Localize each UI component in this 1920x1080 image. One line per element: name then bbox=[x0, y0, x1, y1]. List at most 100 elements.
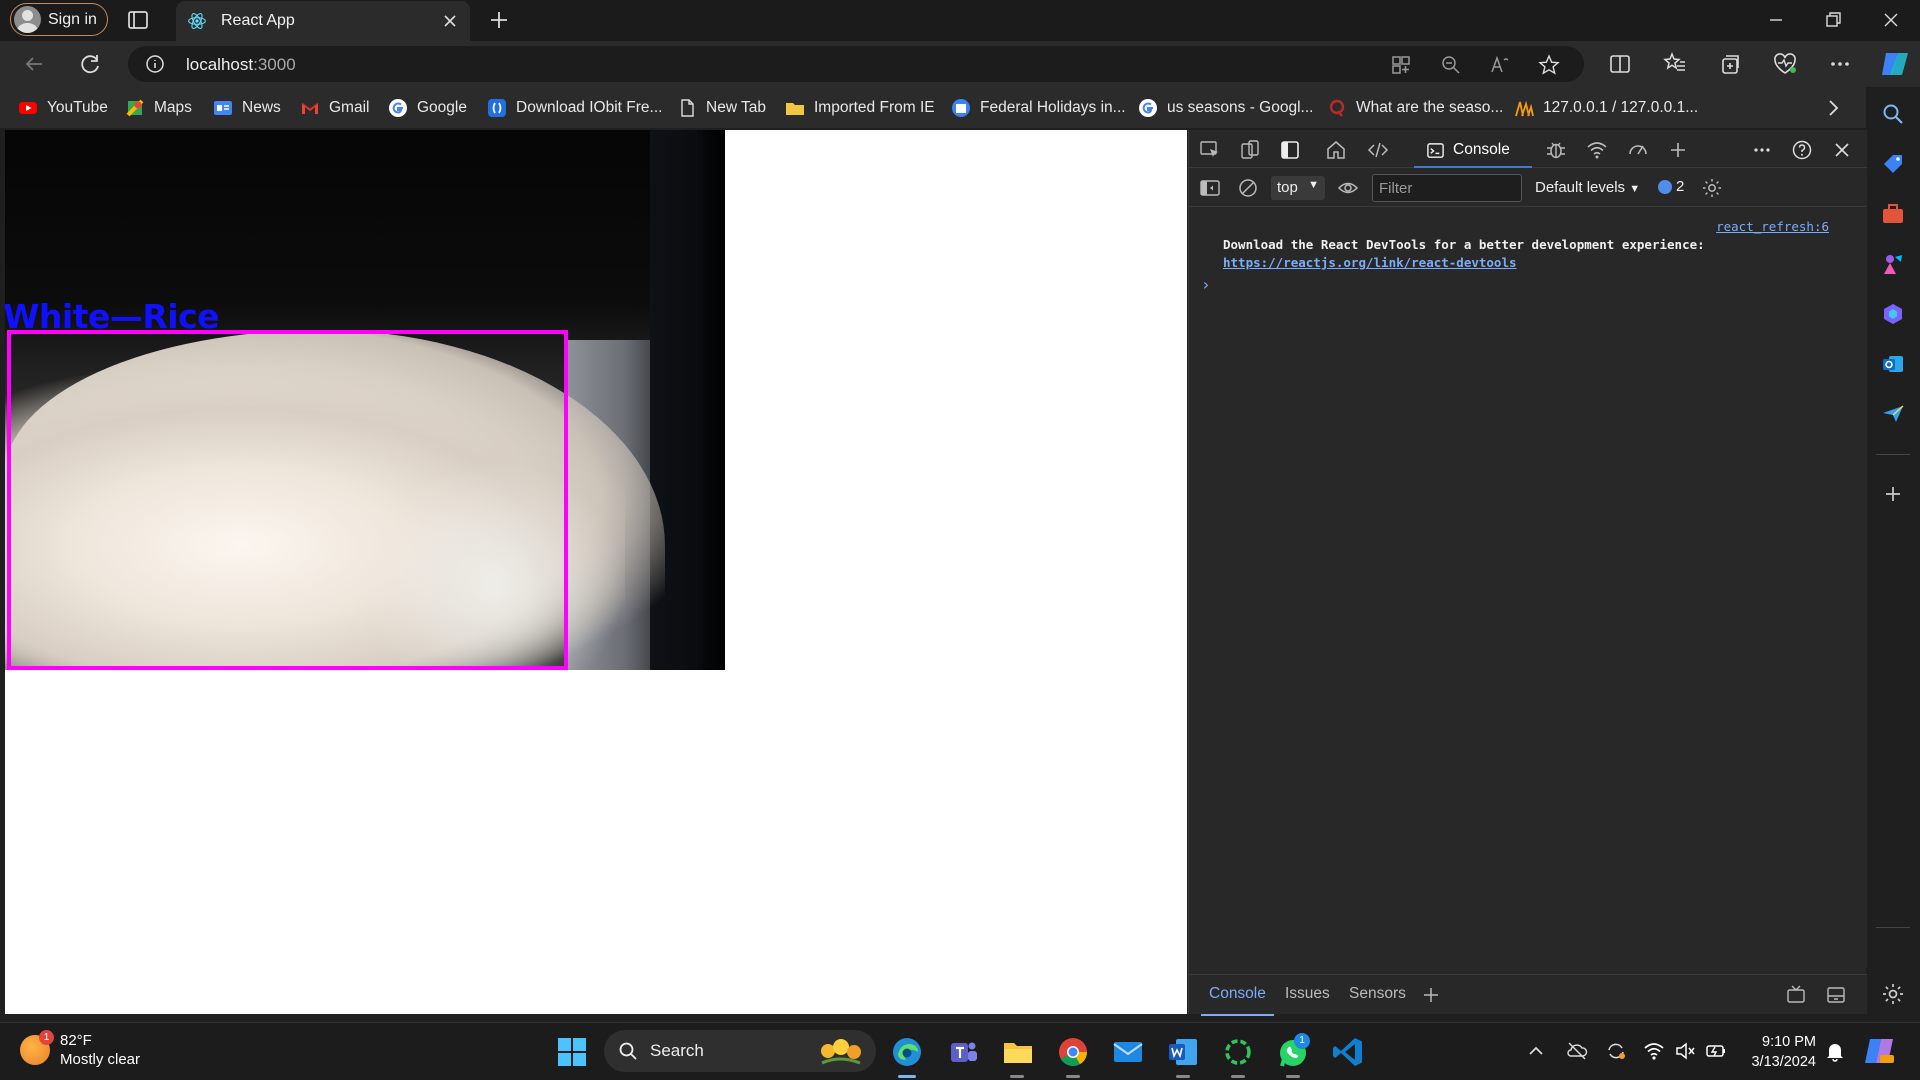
live-expression-eye-icon[interactable] bbox=[1337, 177, 1359, 199]
react-devtools-link[interactable]: https://reactjs.org/link/react-devtools bbox=[1223, 255, 1517, 270]
word-icon[interactable] bbox=[1166, 1035, 1200, 1069]
browser-essentials-icon[interactable] bbox=[1771, 50, 1799, 78]
speaker-muted-icon[interactable] bbox=[1674, 1040, 1696, 1062]
dock-side-icon[interactable] bbox=[1279, 139, 1301, 161]
address-bar[interactable]: localhost:3000 bbox=[128, 46, 1584, 82]
close-devtools-icon[interactable] bbox=[1831, 139, 1853, 161]
restore-icon[interactable] bbox=[1821, 8, 1845, 32]
tools-briefcase-icon[interactable] bbox=[1881, 202, 1905, 226]
iobit-icon bbox=[488, 99, 506, 117]
microsoft-365-icon[interactable] bbox=[1881, 302, 1905, 326]
dock-drawer-icon[interactable] bbox=[1825, 984, 1847, 1006]
copilot-taskbar-icon[interactable] bbox=[1862, 1034, 1896, 1068]
cloud-offline-icon[interactable] bbox=[1566, 1040, 1588, 1062]
notifications-bell-icon[interactable] bbox=[1824, 1040, 1846, 1062]
chevron-right-icon[interactable] bbox=[1822, 97, 1844, 119]
battery-charging-icon[interactable] bbox=[1705, 1040, 1727, 1062]
sync-icon[interactable] bbox=[1605, 1040, 1627, 1062]
tab-console[interactable]: Console bbox=[1414, 134, 1532, 168]
drawer-tab-console[interactable]: Console bbox=[1201, 985, 1274, 1016]
elements-code-icon[interactable] bbox=[1367, 139, 1389, 161]
send-drop-icon[interactable] bbox=[1881, 402, 1905, 426]
tab-react-app[interactable]: React App bbox=[176, 1, 470, 41]
add-icon[interactable] bbox=[1881, 482, 1905, 506]
clear-console-icon[interactable] bbox=[1237, 177, 1259, 199]
taskbar-search[interactable]: Search bbox=[604, 1030, 876, 1072]
drawer-tab-sensors[interactable]: Sensors bbox=[1349, 985, 1406, 1003]
performance-icon[interactable] bbox=[1627, 139, 1649, 161]
console-filter-input[interactable] bbox=[1372, 174, 1522, 202]
bookmark-iobit[interactable]: Download IObit Fre... bbox=[487, 97, 662, 119]
refresh-icon[interactable] bbox=[76, 50, 104, 78]
device-toolbar-icon[interactable] bbox=[1239, 139, 1261, 161]
sources-bug-icon[interactable] bbox=[1545, 139, 1567, 161]
bookmark-news[interactable]: News bbox=[213, 97, 281, 119]
system-clock[interactable]: 9:10 PM 3/13/2024 bbox=[1740, 1032, 1816, 1072]
teams-icon[interactable] bbox=[946, 1035, 980, 1069]
help-icon[interactable] bbox=[1791, 139, 1813, 161]
message-source-link[interactable]: react_refresh:6 bbox=[1716, 219, 1829, 234]
outlook-icon[interactable] bbox=[1881, 352, 1905, 376]
games-icon[interactable] bbox=[1881, 252, 1905, 276]
bookmark-new-tab[interactable]: New Tab bbox=[677, 97, 766, 119]
close-window-icon[interactable] bbox=[1879, 8, 1903, 32]
site-info-icon[interactable] bbox=[145, 54, 165, 74]
console-settings-gear-icon[interactable] bbox=[1701, 177, 1723, 199]
drawer-tab-issues[interactable]: Issues bbox=[1285, 985, 1330, 1003]
minimize-icon[interactable] bbox=[1764, 8, 1788, 32]
google-icon bbox=[389, 99, 407, 117]
customize-more-icon[interactable] bbox=[1751, 139, 1773, 161]
new-tab-icon[interactable] bbox=[487, 8, 511, 32]
browser-toolbar: localhost:3000 bbox=[0, 41, 1920, 87]
chrome-icon[interactable] bbox=[1056, 1035, 1090, 1069]
bookmark-label: Download IObit Fre... bbox=[516, 99, 663, 116]
quick-view-icon[interactable] bbox=[1785, 984, 1807, 1006]
bookmark-gmail[interactable]: Gmail bbox=[300, 97, 369, 119]
collections-icon[interactable] bbox=[1716, 50, 1744, 78]
windows-start-icon[interactable] bbox=[555, 1035, 589, 1069]
zoom-out-icon[interactable] bbox=[1440, 54, 1462, 76]
copilot-icon[interactable] bbox=[1878, 47, 1912, 81]
show-hidden-icons-chevron-icon[interactable] bbox=[1525, 1040, 1547, 1062]
more-tools-plus-icon[interactable] bbox=[1667, 139, 1689, 161]
add-drawer-tab-icon[interactable] bbox=[1420, 984, 1442, 1006]
bookmark-google[interactable]: Google bbox=[388, 97, 467, 119]
read-aloud-icon[interactable] bbox=[1489, 54, 1511, 76]
issues-counter[interactable]: 2 bbox=[1658, 178, 1684, 195]
tab-actions-icon[interactable] bbox=[126, 8, 150, 32]
bookmark-what-are-seasons[interactable]: What are the seaso... bbox=[1327, 97, 1503, 119]
bookmark-imported-from-ie[interactable]: Imported From IE bbox=[785, 97, 935, 119]
sign-in-button[interactable]: Sign in bbox=[10, 3, 108, 36]
mail-icon[interactable] bbox=[1111, 1035, 1145, 1069]
bookmark-maps[interactable]: Maps bbox=[125, 97, 192, 119]
bookmark-youtube[interactable]: YouTube bbox=[18, 97, 108, 119]
wifi-icon[interactable] bbox=[1643, 1040, 1665, 1062]
favorite-star-icon[interactable] bbox=[1538, 54, 1560, 76]
edge-browser-icon[interactable] bbox=[890, 1035, 924, 1069]
app-available-icon[interactable] bbox=[1390, 54, 1412, 76]
inspect-element-icon[interactable] bbox=[1199, 139, 1221, 161]
back-icon[interactable] bbox=[20, 50, 48, 78]
bookmark-us-seasons[interactable]: us seasons - Googl... bbox=[1138, 97, 1313, 119]
show-sidebar-icon[interactable] bbox=[1199, 177, 1221, 199]
vscode-icon[interactable] bbox=[1331, 1035, 1365, 1069]
file-explorer-icon[interactable] bbox=[1001, 1035, 1035, 1069]
sidebar-settings-icon[interactable] bbox=[1881, 982, 1905, 1006]
welcome-home-icon[interactable] bbox=[1325, 139, 1347, 161]
console-prompt-chevron-icon[interactable]: › bbox=[1201, 275, 1211, 294]
search-icon[interactable] bbox=[1881, 102, 1905, 126]
log-levels-dropdown[interactable]: Default levels ▼ bbox=[1535, 179, 1640, 196]
close-tab-icon[interactable] bbox=[440, 11, 460, 31]
split-screen-icon[interactable] bbox=[1606, 50, 1634, 78]
loading-spinner-app-icon[interactable] bbox=[1221, 1035, 1255, 1069]
bookmark-federal-holidays[interactable]: Federal Holidays in... bbox=[951, 97, 1126, 119]
context-selector[interactable]: top ▼ bbox=[1271, 176, 1325, 200]
weather-widget[interactable]: 1 82°F Mostly clear bbox=[20, 1030, 140, 1069]
taskbar-search-label: Search bbox=[650, 1041, 704, 1060]
network-wifi-icon[interactable] bbox=[1586, 139, 1608, 161]
bookmark-phpmyadmin[interactable]: 127.0.0.1 / 127.0.0.1... bbox=[1514, 97, 1698, 119]
weather-badge: 1 bbox=[39, 1030, 54, 1045]
settings-more-icon[interactable] bbox=[1826, 50, 1854, 78]
shopping-tag-icon[interactable] bbox=[1881, 152, 1905, 176]
favorites-icon[interactable] bbox=[1661, 50, 1689, 78]
